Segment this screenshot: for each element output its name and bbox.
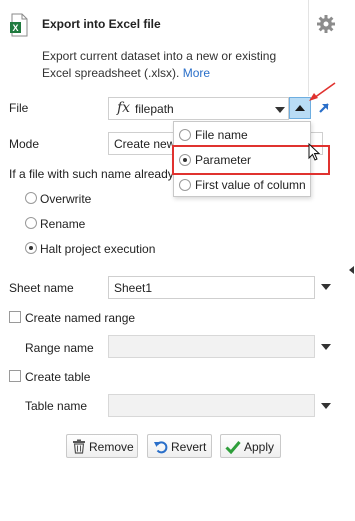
revert-button-label: Revert bbox=[171, 440, 207, 454]
step-title: Export into Excel file bbox=[42, 17, 161, 31]
range-name-label: Range name bbox=[25, 341, 94, 355]
create-table-checkbox[interactable] bbox=[9, 370, 21, 382]
undo-icon bbox=[154, 441, 168, 454]
annotation-arrow-icon bbox=[309, 82, 336, 101]
table-chevron-down-icon[interactable] bbox=[321, 403, 331, 409]
sheet-name-label: Sheet name bbox=[9, 281, 74, 295]
radio-rename[interactable] bbox=[25, 217, 37, 229]
create-table-label[interactable]: Create table bbox=[25, 370, 90, 384]
mode-label: Mode bbox=[9, 137, 40, 151]
gear-icon[interactable] bbox=[316, 14, 336, 34]
step-description: Export current dataset into a new or exi… bbox=[42, 48, 304, 82]
collapse-panel-icon[interactable] bbox=[349, 266, 354, 274]
remove-button[interactable]: Remove bbox=[66, 434, 138, 458]
create-named-range-label[interactable]: Create named range bbox=[25, 311, 135, 325]
file-value: filepath bbox=[135, 102, 174, 116]
svg-text:X: X bbox=[12, 23, 18, 33]
apply-button[interactable]: Apply bbox=[220, 434, 281, 458]
table-name-field[interactable] bbox=[108, 394, 315, 417]
radio-halt-execution[interactable] bbox=[25, 242, 37, 254]
mode-value: Create new bbox=[114, 137, 176, 151]
sheet-name-field[interactable]: Sheet1 bbox=[108, 276, 315, 299]
radio-first-value-of-column[interactable] bbox=[179, 179, 191, 191]
sheet-name-value: Sheet1 bbox=[114, 281, 153, 295]
sheet-chevron-down-icon[interactable] bbox=[321, 284, 331, 290]
halt-execution-label[interactable]: Halt project execution bbox=[40, 242, 155, 256]
range-name-field[interactable] bbox=[108, 335, 315, 358]
rename-label[interactable]: Rename bbox=[40, 217, 85, 231]
table-name-label: Table name bbox=[25, 399, 88, 413]
revert-button[interactable]: Revert bbox=[147, 434, 212, 458]
apply-button-label: Apply bbox=[244, 440, 275, 454]
annotation-highlight-box bbox=[172, 145, 330, 175]
overwrite-label[interactable]: Overwrite bbox=[40, 192, 91, 206]
more-link[interactable]: More bbox=[183, 66, 210, 80]
range-chevron-down-icon[interactable] bbox=[321, 344, 331, 350]
trash-icon bbox=[73, 439, 85, 454]
menu-item-first-value-of-column[interactable]: First value of column bbox=[195, 178, 306, 192]
mouse-cursor-icon bbox=[308, 143, 321, 161]
checkmark-icon bbox=[225, 441, 241, 454]
remove-button-label: Remove bbox=[89, 440, 134, 454]
fx-icon: fx bbox=[117, 100, 131, 116]
description-text: Export current dataset into a new or exi… bbox=[42, 49, 277, 80]
menu-item-file-name[interactable]: File name bbox=[195, 128, 248, 142]
radio-overwrite[interactable] bbox=[25, 192, 37, 204]
excel-file-icon: X bbox=[10, 13, 28, 37]
chevron-down-icon[interactable] bbox=[275, 107, 285, 113]
create-named-range-checkbox[interactable] bbox=[9, 311, 21, 323]
file-field[interactable]: fx filepath bbox=[108, 97, 289, 120]
file-exists-label: If a file with such name already bbox=[9, 167, 174, 181]
chevron-up-icon bbox=[295, 105, 305, 111]
radio-file-name[interactable] bbox=[179, 129, 191, 141]
file-label: File bbox=[9, 101, 29, 115]
open-external-icon[interactable] bbox=[317, 101, 331, 115]
